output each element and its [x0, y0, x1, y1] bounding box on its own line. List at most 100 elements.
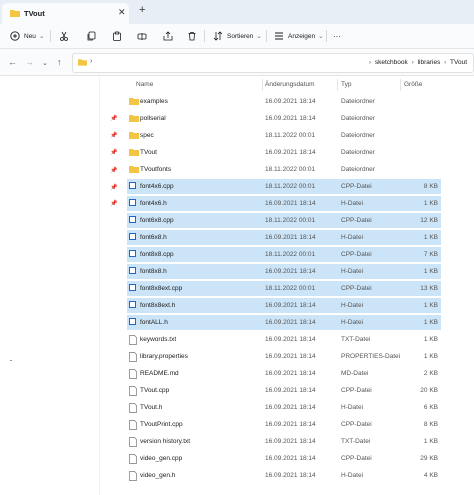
checkbox-icon[interactable]: [129, 267, 136, 274]
file-row[interactable]: TVout.cpp 16.09.2021 18:14 CPP-Datei 20 KB: [127, 383, 441, 398]
breadcrumb-item[interactable]: libraries: [418, 59, 441, 66]
address-bar[interactable]: › › sketchbook › libraries › TVout: [72, 53, 474, 73]
column-header-row: Name Änderungsdatum Typ Größe: [0, 76, 474, 93]
file-date: 18.11.2022 00:01: [265, 183, 316, 190]
file-size: 8 KB: [423, 183, 438, 190]
file-row[interactable]: video_gen.h 16.09.2021 18:14 H-Datei 4 KB: [127, 468, 441, 483]
checkbox-icon[interactable]: [129, 216, 136, 223]
address-bar-row: ← → ⌄ ↑ › › sketchbook › libraries › TVo…: [0, 49, 474, 76]
file-row[interactable]: font6x8.h 16.09.2021 18:14 H-Datei 1 KB: [127, 230, 441, 245]
view-icon: [275, 32, 283, 40]
cut-button[interactable]: [59, 30, 69, 42]
column-header-name[interactable]: Name: [136, 81, 153, 88]
file-row[interactable]: TVout.h 16.09.2021 18:14 H-Datei 6 KB: [127, 400, 441, 415]
file-row[interactable]: fontALL.h 16.09.2021 18:14 H-Datei 1 KB: [127, 315, 441, 330]
file-date: 16.09.2021 18:14: [265, 472, 316, 479]
file-row[interactable]: font6x8.cpp 18.11.2022 00:01 CPP-Datei 12 K…: [127, 213, 441, 228]
file-icon: [129, 471, 137, 483]
file-row[interactable]: spec 18.11.2022 00:01 Dateiordner: [127, 128, 441, 143]
back-arrow-icon[interactable]: ←: [8, 57, 17, 67]
pin-icon[interactable]: 📌: [110, 149, 117, 156]
file-name: font8x8ext.cpp: [140, 285, 183, 292]
file-type: Dateiordner: [341, 115, 375, 122]
file-type: CPP-Datei: [341, 455, 372, 462]
share-button[interactable]: [163, 30, 173, 42]
column-separator[interactable]: [337, 79, 338, 91]
file-row[interactable]: video_gen.cpp 16.09.2021 18:14 CPP-Datei 29…: [127, 451, 441, 466]
pin-icon[interactable]: 📌: [110, 184, 117, 191]
tab-tvout[interactable]: TVout ✕: [2, 3, 129, 24]
sort-button[interactable]: Sortieren ⌄: [213, 30, 262, 42]
delete-button[interactable]: [187, 30, 197, 42]
history-chevron-icon[interactable]: ⌄: [42, 59, 48, 67]
checkbox-icon[interactable]: [129, 182, 136, 189]
checkbox-icon[interactable]: [129, 318, 136, 325]
column-header-date[interactable]: Änderungsdatum: [265, 81, 315, 88]
more-options-button[interactable]: ···: [333, 30, 341, 42]
column-header-size[interactable]: Größe: [404, 81, 422, 88]
toolbar-divider: [50, 30, 51, 42]
checkbox-icon[interactable]: [129, 233, 136, 240]
file-row[interactable]: version history.txt 16.09.2021 18:14 TXT-D…: [127, 434, 441, 449]
file-date: 16.09.2021 18:14: [265, 200, 316, 207]
file-date: 18.11.2022 00:01: [265, 166, 316, 173]
checkbox-icon[interactable]: [129, 250, 136, 257]
file-row[interactable]: README.md 16.09.2021 18:14 MD-Datei 2 KB: [127, 366, 441, 381]
file-row[interactable]: font8x8.cpp 18.11.2022 00:01 CPP-Datei 7 KB: [127, 247, 441, 262]
paste-button[interactable]: [112, 30, 122, 42]
file-date: 16.09.2021 18:14: [265, 302, 316, 309]
file-row[interactable]: library.properties 16.09.2021 18:14 PROPER…: [127, 349, 441, 364]
file-date: 16.09.2021 18:14: [265, 438, 316, 445]
folder-icon: [10, 9, 20, 19]
file-icon: [129, 437, 137, 449]
file-type: H-Datei: [341, 404, 364, 411]
pin-icon[interactable]: 📌: [110, 200, 117, 207]
file-row[interactable]: font8x8.h 16.09.2021 18:14 H-Datei 1 KB: [127, 264, 441, 279]
pin-icon[interactable]: 📌: [110, 115, 117, 122]
new-tab-icon[interactable]: +: [139, 4, 145, 16]
file-row[interactable]: font8x8ext.cpp 18.11.2022 00:01 CPP-Datei 1…: [127, 281, 441, 296]
file-row[interactable]: font8x8ext.h 16.09.2021 18:14 H-Datei 1 KB: [127, 298, 441, 313]
file-name: video_gen.cpp: [140, 455, 183, 462]
rename-button[interactable]: [137, 30, 147, 42]
file-row[interactable]: TVoutfonts 18.11.2022 00:01 Dateiordner: [127, 162, 441, 177]
file-type: H-Datei: [341, 268, 364, 275]
pin-icon[interactable]: 📌: [110, 167, 117, 174]
checkbox-icon[interactable]: [129, 199, 136, 206]
file-row[interactable]: TVoutPrint.cpp 16.09.2021 18:14 CPP-Datei 8…: [127, 417, 441, 432]
folder-icon: [129, 114, 139, 124]
chevron-down-icon: ⌄: [38, 33, 45, 40]
file-name: TVout: [140, 149, 157, 156]
folder-icon: [129, 148, 139, 158]
file-row[interactable]: font4x6.h 16.09.2021 18:14 H-Datei 1 KB: [127, 196, 441, 211]
toolbar-divider: [266, 30, 267, 42]
file-row[interactable]: examples 16.09.2021 18:14 Dateiordner: [127, 94, 441, 109]
file-name: spec: [140, 132, 154, 139]
breadcrumb-item[interactable]: sketchbook: [375, 59, 408, 66]
checkbox-icon[interactable]: [129, 284, 136, 291]
breadcrumb-chevron-icon: ›: [444, 59, 447, 66]
forward-arrow-icon[interactable]: →: [25, 57, 34, 67]
column-separator[interactable]: [262, 79, 263, 91]
pin-icon[interactable]: 📌: [110, 132, 117, 139]
column-separator[interactable]: [400, 79, 401, 91]
file-size: 1 KB: [423, 336, 438, 343]
new-button[interactable]: Neu ⌄: [10, 30, 44, 42]
copy-button[interactable]: [86, 30, 96, 42]
file-type: H-Datei: [341, 200, 364, 207]
file-row[interactable]: keywords.txt 16.09.2021 18:14 TXT-Datei 1 K…: [127, 332, 441, 347]
file-date: 16.09.2021 18:14: [265, 353, 316, 360]
file-row[interactable]: pollserial 16.09.2021 18:14 Dateiordner: [127, 111, 441, 126]
file-icon: [129, 352, 137, 364]
close-tab-icon[interactable]: ✕: [118, 7, 126, 18]
column-header-type[interactable]: Typ: [341, 81, 351, 88]
up-arrow-icon[interactable]: ↑: [57, 57, 62, 67]
file-name: font4x6.h: [140, 200, 167, 207]
breadcrumb-item[interactable]: TVout: [450, 59, 467, 66]
more-icon: ···: [333, 31, 341, 41]
view-button[interactable]: Anzeigen ⌄: [274, 30, 324, 42]
file-row[interactable]: font4x6.cpp 18.11.2022 00:01 CPP-Datei 8 KB: [127, 179, 441, 194]
file-row[interactable]: TVout 16.09.2021 18:14 Dateiordner: [127, 145, 441, 160]
file-icon: [129, 369, 137, 381]
checkbox-icon[interactable]: [129, 301, 136, 308]
